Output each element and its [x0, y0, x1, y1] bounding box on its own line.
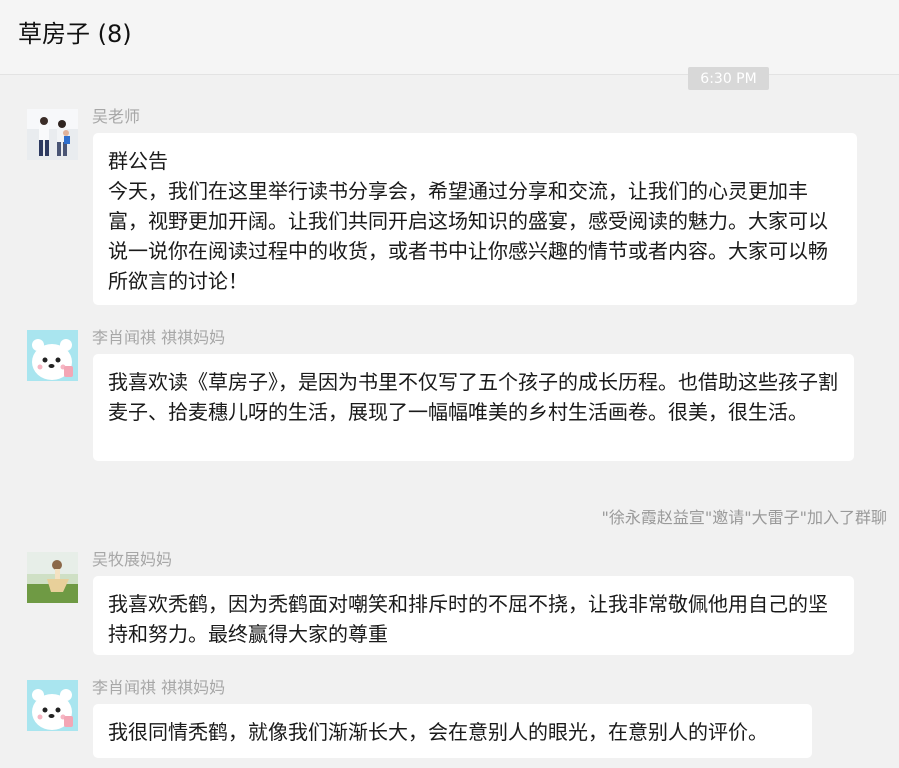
- message-text: 我喜欢秃鹤，因为秃鹤面对嘲笑和排斥时的不屈不挠，让我非常敬佩他用自己的坚持和努力…: [108, 592, 828, 646]
- message-text: 今天，我们在这里举行读书分享会，希望通过分享和交流，让我们的心灵更加丰富，视野更…: [108, 179, 828, 293]
- message-bubble[interactable]: 我喜欢读《草房子》，是因为书里不仅写了五个孩子的成长历程。也借助这些孩子割麦子、…: [93, 354, 854, 461]
- timestamp-chip: 6:30 PM: [688, 67, 769, 90]
- sender-name: 吴老师: [92, 107, 141, 126]
- chat-header: 草房子 (8): [0, 0, 899, 75]
- sender-name: 李肖闻祺 祺祺妈妈: [92, 678, 226, 697]
- sender-name: 李肖闻祺 祺祺妈妈: [92, 328, 226, 347]
- message-text: 我喜欢读《草房子》，是因为书里不仅写了五个孩子的成长历程。也借助这些孩子割麦子、…: [108, 370, 838, 424]
- system-notice: "徐永霞赵益宣"邀请"大雷子"加入了群聊: [601, 508, 887, 527]
- message-bubble[interactable]: 群公告 今天，我们在这里举行读书分享会，希望通过分享和交流，让我们的心灵更加丰富…: [93, 133, 857, 305]
- announcement-title: 群公告: [108, 149, 168, 173]
- chat-title: 草房子 (8): [18, 20, 132, 48]
- family-photo-avatar[interactable]: [27, 109, 78, 160]
- cartoon-bear-avatar[interactable]: [27, 680, 78, 731]
- message-text: 我很同情秃鹤，就像我们渐渐长大，会在意别人的眼光，在意别人的评价。: [108, 720, 768, 744]
- sender-name: 吴牧展妈妈: [92, 550, 173, 569]
- message-bubble[interactable]: 我喜欢秃鹤，因为秃鹤面对嘲笑和排斥时的不屈不挠，让我非常敬佩他用自己的坚持和努力…: [93, 576, 854, 655]
- field-photo-avatar[interactable]: [27, 552, 78, 603]
- chat-window: 草房子 (8) 6:30 PM 吴老师 群公告 今天，我们在这里举行读书分享会，…: [0, 0, 899, 768]
- timestamp-text: 6:30 PM: [700, 71, 757, 87]
- message-bubble[interactable]: 我很同情秃鹤，就像我们渐渐长大，会在意别人的眼光，在意别人的评价。: [93, 704, 812, 758]
- cartoon-bear-avatar[interactable]: [27, 330, 78, 381]
